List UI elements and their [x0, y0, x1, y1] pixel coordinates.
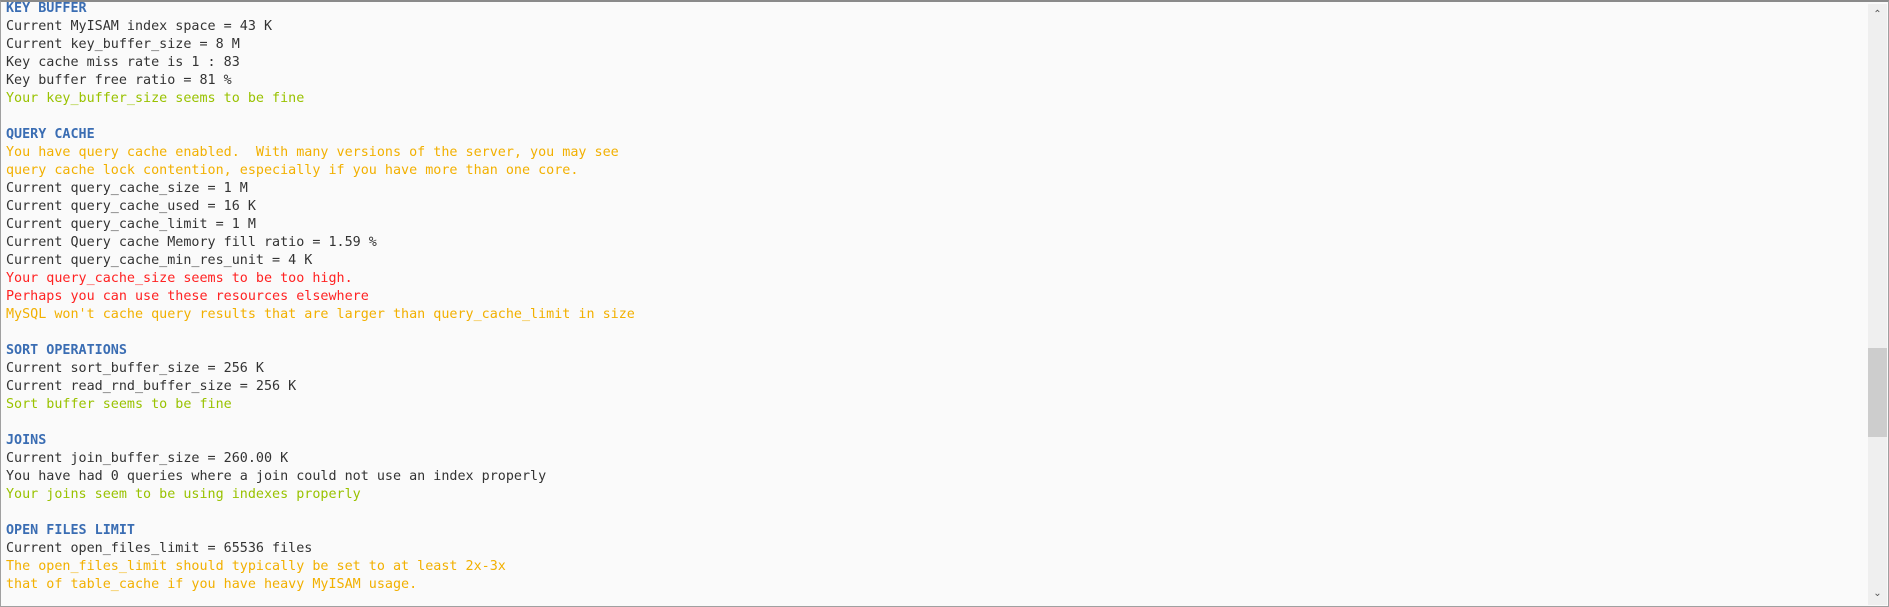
output-line: Current open_files_limit = 65536 files — [6, 541, 313, 556]
warn-message: The open_files_limit should typically be… — [6, 559, 506, 574]
output-line: Key cache miss rate is 1 : 83 — [6, 55, 240, 70]
output-line: Current Query cache Memory fill ratio = … — [6, 235, 377, 250]
output-line: Current query_cache_used = 16 K — [6, 199, 256, 214]
section-heading: SORT OPERATIONS — [6, 343, 127, 358]
chevron-up-icon[interactable]: ⌃ — [1868, 6, 1887, 24]
warn-message: that of table_cache if you have heavy My… — [6, 577, 418, 592]
console-text: KEY BUFFER Current MyISAM index space = 4… — [6, 0, 1864, 594]
ok-message: Your joins seem to be using indexes prop… — [6, 487, 361, 502]
warn-message: You have query cache enabled. With many … — [6, 145, 619, 160]
warn-message: MySQL won't cache query results that are… — [6, 307, 635, 322]
chevron-down-icon[interactable]: ⌄ — [1868, 585, 1887, 603]
scrollbar-thumb[interactable] — [1868, 348, 1887, 437]
output-line: Current sort_buffer_size = 256 K — [6, 361, 264, 376]
output-line: Current key_buffer_size = 8 M — [6, 37, 240, 52]
console-output-pane: KEY BUFFER Current MyISAM index space = 4… — [0, 0, 1889, 607]
bad-message: Your query_cache_size seems to be too hi… — [6, 271, 353, 286]
section-heading: OPEN FILES LIMIT — [6, 523, 135, 538]
output-line: Current join_buffer_size = 260.00 K — [6, 451, 289, 466]
output-line: Current read_rnd_buffer_size = 256 K — [6, 379, 297, 394]
vertical-scrollbar[interactable]: ⌃ ⌄ — [1868, 4, 1887, 605]
output-line: Current query_cache_limit = 1 M — [6, 217, 256, 232]
output-line: Key buffer free ratio = 81 % — [6, 73, 232, 88]
bad-message: Perhaps you can use these resources else… — [6, 289, 369, 304]
section-heading: JOINS — [6, 433, 47, 448]
ok-message: Sort buffer seems to be fine — [6, 397, 232, 412]
section-heading: KEY BUFFER — [6, 1, 87, 16]
output-line: Current query_cache_size = 1 M — [6, 181, 248, 196]
ok-message: Your key_buffer_size seems to be fine — [6, 91, 305, 106]
section-heading: QUERY CACHE — [6, 127, 95, 142]
output-line: You have had 0 queries where a join coul… — [6, 469, 547, 484]
output-line: Current MyISAM index space = 43 K — [6, 19, 273, 34]
warn-message: query cache lock contention, especially … — [6, 163, 579, 178]
output-line: Current query_cache_min_res_unit = 4 K — [6, 253, 313, 268]
